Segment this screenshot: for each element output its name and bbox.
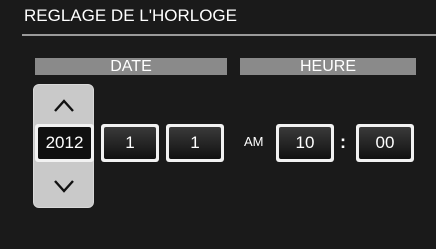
day-field[interactable]: 1 [166, 124, 224, 162]
month-value: 1 [104, 127, 156, 159]
clock-setting-screen: REGLAGE DE L'HORLOGE DATE HEURE 2012 1 1… [0, 0, 436, 249]
am-pm-label: AM [244, 134, 264, 149]
time-section-header: HEURE [240, 58, 416, 75]
increase-button[interactable] [34, 89, 93, 123]
title-divider [22, 34, 436, 36]
decrease-button[interactable] [34, 169, 93, 203]
chevron-up-icon [53, 99, 74, 112]
minute-value: 00 [359, 127, 411, 159]
page-title: REGLAGE DE L'HORLOGE [24, 6, 237, 25]
date-section-header: DATE [35, 58, 227, 75]
year-value: 2012 [38, 127, 91, 159]
minute-field[interactable]: 00 [356, 124, 414, 162]
day-value: 1 [169, 127, 221, 159]
hour-value: 10 [279, 127, 331, 159]
hour-field[interactable]: 10 [276, 124, 334, 162]
year-field[interactable]: 2012 [35, 124, 94, 162]
time-separator: : [340, 132, 346, 152]
chevron-down-icon [53, 180, 74, 193]
month-field[interactable]: 1 [101, 124, 159, 162]
